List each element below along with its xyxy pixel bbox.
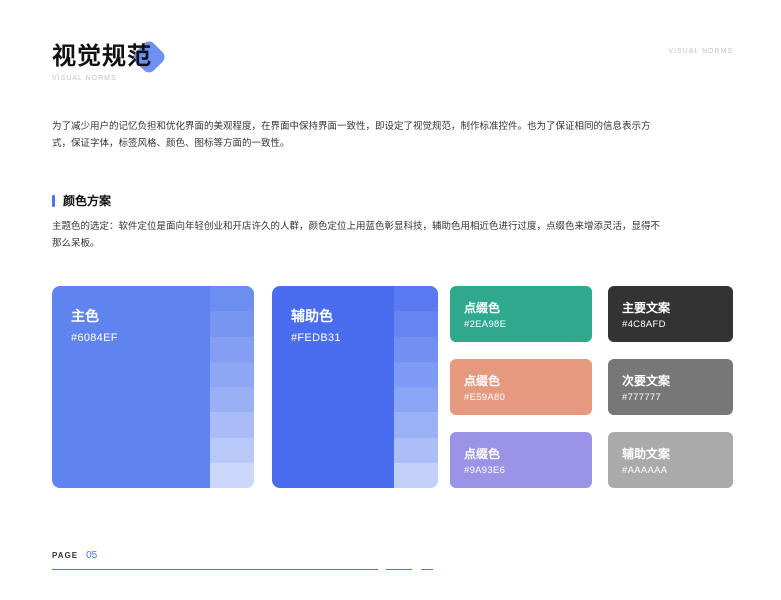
aux-color-name: 辅助色 — [291, 309, 333, 325]
shade-swatch — [210, 286, 254, 312]
section-title: 颜色方案 — [63, 194, 112, 208]
shade-swatch — [394, 412, 438, 438]
accent-color-name: 点缀色 — [464, 447, 501, 461]
page-number: 05 — [86, 550, 98, 561]
intro-paragraph: 为了减少用户的记忆负担和优化界面的美观程度，在界面中保持界面一致性，即设定了视觉… — [52, 121, 651, 149]
shade-swatch — [210, 412, 254, 438]
accent-color-hex: #E59A80 — [464, 392, 506, 403]
shade-swatch — [394, 311, 438, 337]
shade-swatch — [210, 361, 254, 387]
corner-label: VISUAL NORMS — [668, 48, 733, 55]
accent-color-card-1: 点缀色 #2EA98E — [450, 286, 592, 342]
aux-color-card: 辅助色 #FEDB31 — [272, 286, 438, 488]
main-color-name: 主色 — [71, 309, 99, 325]
footer-divider-tiny — [421, 569, 433, 570]
main-color-card: 主色 #6084EF — [52, 286, 254, 488]
section-description: 主题色的选定：软件定位是面向年轻创业和开店许久的人群，颜色定位上用蓝色彰显科技，… — [52, 221, 661, 249]
shade-swatch — [394, 336, 438, 362]
shade-swatch — [210, 336, 254, 362]
shade-swatch — [394, 361, 438, 387]
shade-swatch — [210, 437, 254, 463]
footer-divider-long — [52, 569, 378, 570]
shade-swatch — [210, 387, 254, 413]
text-color-hex: #777777 — [622, 392, 662, 403]
text-color-card-auxiliary: 辅助文案 #AAAAAA — [608, 432, 733, 488]
title-block: 视觉规范 — [52, 36, 168, 76]
text-color-hex: #AAAAAA — [622, 465, 668, 476]
page-header: 视觉规范 VISUAL NORMS — [52, 36, 168, 82]
shade-swatch — [394, 286, 438, 312]
footer-divider-short — [386, 569, 412, 570]
shade-swatch — [394, 387, 438, 413]
main-color-shades — [210, 286, 254, 488]
accent-color-name: 点缀色 — [464, 374, 501, 388]
shade-swatch — [394, 462, 438, 488]
shade-swatch — [394, 437, 438, 463]
accent-color-hex: #9A93E6 — [464, 465, 506, 476]
section-heading: 颜色方案 — [52, 192, 111, 209]
page-label: PAGE — [52, 551, 79, 560]
accent-color-name: 点缀色 — [464, 301, 501, 315]
accent-color-card-3: 点缀色 #9A93E6 — [450, 432, 592, 488]
shade-swatch — [210, 311, 254, 337]
aux-color-hex: #FEDB31 — [291, 332, 341, 344]
page-subtitle: VISUAL NORMS — [52, 75, 117, 82]
section-marker — [52, 194, 55, 207]
shade-swatch — [210, 462, 254, 488]
text-color-card-secondary: 次要文案 #777777 — [608, 359, 733, 415]
text-color-hex: #4C8AFD — [622, 319, 666, 330]
text-color-name: 辅助文案 — [622, 447, 671, 461]
main-color-hex: #6084EF — [71, 332, 118, 344]
text-color-name: 次要文案 — [622, 374, 671, 388]
aux-color-shades — [394, 286, 438, 488]
accent-color-card-2: 点缀色 #E59A80 — [450, 359, 592, 415]
accent-color-hex: #2EA98E — [464, 319, 507, 330]
text-color-name: 主要文案 — [622, 301, 671, 315]
page-title: 视觉规范 — [52, 42, 152, 70]
text-color-card-primary: 主要文案 #4C8AFD — [608, 286, 733, 342]
page-footer: PAGE 05 — [52, 550, 97, 561]
